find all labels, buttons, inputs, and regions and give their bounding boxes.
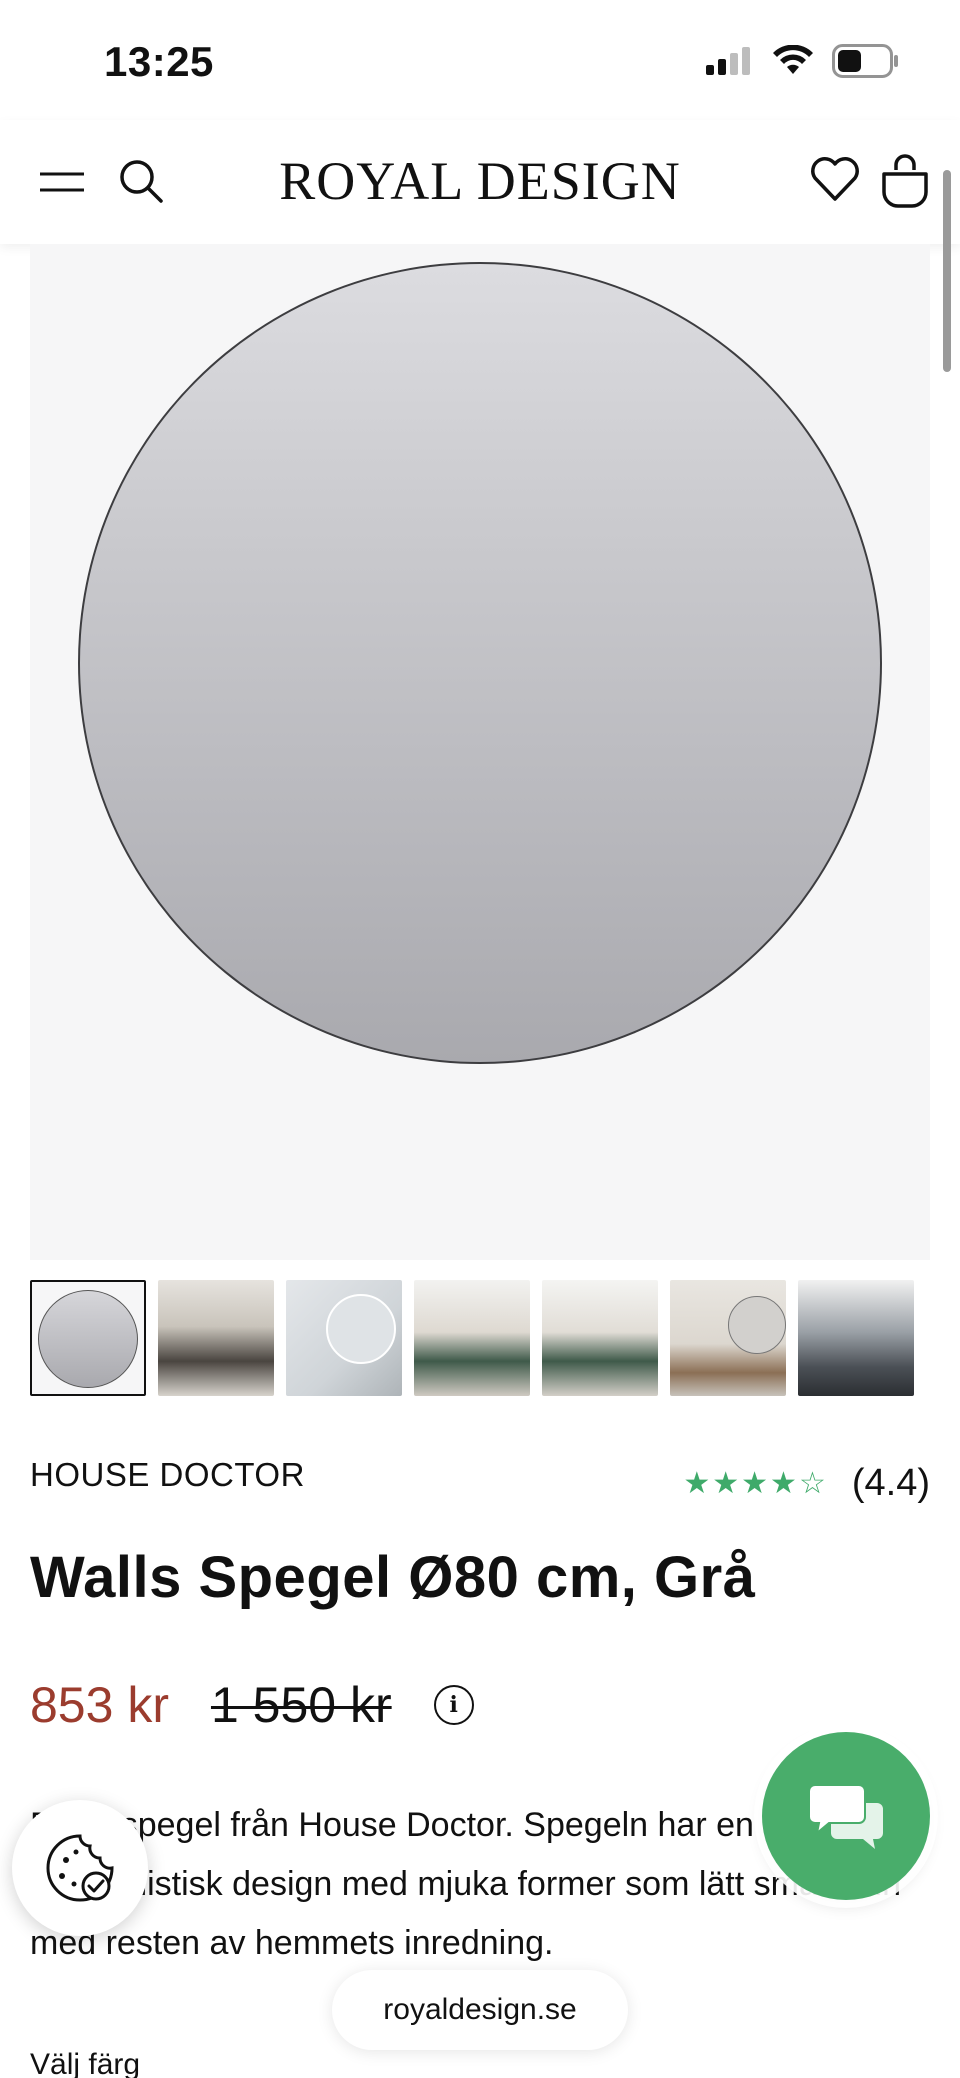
rating-score: (4.4)	[851, 1462, 930, 1504]
wifi-icon	[773, 45, 813, 74]
cookie-icon	[46, 1834, 114, 1902]
chat-bubbles-icon	[808, 1784, 883, 1849]
thumbnail-5[interactable]	[542, 1280, 658, 1396]
thumbnail-4[interactable]	[414, 1280, 530, 1396]
thumbnail-scene	[670, 1280, 786, 1396]
site-header: ROYAL DESIGN	[0, 120, 960, 244]
thumbnail-1[interactable]	[30, 1280, 146, 1396]
cart-button[interactable]	[880, 152, 930, 208]
rating-stars-icon: ★★★★☆	[683, 1467, 828, 1500]
product-rating[interactable]: ★★★★☆ (4.4)	[683, 1462, 930, 1505]
thumbnail-scene	[798, 1280, 914, 1396]
shopping-bag-icon	[882, 154, 928, 208]
page-scrollbar[interactable]	[943, 170, 951, 372]
status-time: 13:25	[104, 38, 214, 85]
thumbnail-strip	[30, 1280, 930, 1398]
original-price: 1 550 kr	[210, 1677, 392, 1733]
thumbnail-7[interactable]	[798, 1280, 914, 1396]
price-row: 853 kr 1 550 kr i	[30, 1676, 474, 1734]
thumbnail-scene	[542, 1280, 658, 1396]
wishlist-button[interactable]	[808, 152, 862, 206]
thumbnail-2[interactable]	[158, 1280, 274, 1396]
thumbnail-mirror	[38, 1290, 138, 1388]
status-icons	[706, 44, 900, 78]
thumbnail-scene	[158, 1280, 274, 1396]
browser-url-bar[interactable]: royaldesign.se	[332, 1970, 628, 2050]
mirror-image	[78, 262, 882, 1064]
thumbnail-scene	[414, 1280, 530, 1396]
product-title: Walls Spegel Ø80 cm, Grå	[30, 1545, 756, 1610]
cookie-settings-button[interactable]	[12, 1800, 148, 1936]
product-brand[interactable]: HOUSE DOCTOR	[30, 1456, 305, 1494]
choose-color-label: Välj färg	[30, 2048, 141, 2078]
cellular-signal-icon	[706, 47, 750, 75]
thumbnail-6[interactable]	[670, 1280, 786, 1396]
thumbnail-scene	[286, 1280, 402, 1396]
status-bar: 13:25	[0, 0, 960, 120]
sale-price: 853 kr	[30, 1677, 169, 1733]
battery-icon	[832, 44, 898, 78]
product-main-image[interactable]	[30, 244, 930, 1260]
thumbnail-3[interactable]	[286, 1280, 402, 1396]
price-info-icon[interactable]: i	[433, 1685, 474, 1725]
heart-icon	[811, 157, 859, 201]
chat-button[interactable]	[762, 1732, 930, 1900]
